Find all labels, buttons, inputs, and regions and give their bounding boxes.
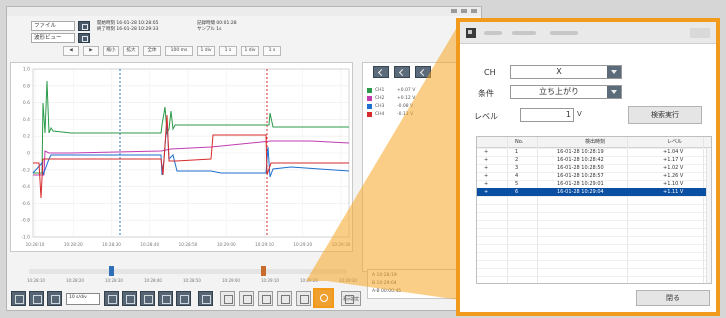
- table-cell-time: 16-01-28 10:29:01: [557, 181, 604, 187]
- table-cell-level: +1.11 V: [663, 189, 684, 195]
- table-cell-time: 16-01-28 10:28:57: [557, 173, 604, 179]
- table-cell-mark: +: [484, 149, 489, 155]
- dialog-title-blur: [512, 31, 536, 35]
- chevron-down-icon[interactable]: [607, 66, 621, 78]
- table-row-divider: [477, 268, 711, 269]
- table-row-divider: [477, 236, 711, 237]
- table-row-divider: [477, 252, 711, 253]
- table-row-divider: [477, 276, 711, 277]
- table-row-divider: [477, 196, 711, 197]
- col-no-header: No.: [515, 139, 524, 145]
- col-time-header: 検出時刻: [585, 139, 606, 145]
- table-cell-time: 16-01-28 10:29:04: [557, 189, 604, 195]
- table-cell-time: 16-01-28 10:28:19: [557, 149, 604, 155]
- results-table: No. 検出時刻 レベル +1 16-01-28 10:28:19 +1.04 V +…: [476, 136, 712, 284]
- table-row-divider: [477, 204, 711, 205]
- table-row[interactable]: +3 16-01-28 10:28:50 +1.02 V: [477, 164, 711, 172]
- table-cell-no: 4: [515, 173, 519, 179]
- level-label: レベル: [474, 112, 498, 121]
- table-cell-mark: +: [484, 165, 489, 171]
- condition-value: 立ち上がり: [539, 87, 579, 96]
- close-button[interactable]: 閉る: [636, 290, 710, 306]
- table-row[interactable]: +1 16-01-28 10:28:19 +1.04 V: [477, 148, 711, 156]
- table-row[interactable]: +4 16-01-28 10:28:57 +1.26 V: [477, 172, 711, 180]
- table-cell-level: +1.04 V: [663, 149, 684, 155]
- dialog-titlebar: [460, 22, 716, 44]
- table-row-divider: [477, 212, 711, 213]
- app-icon: [466, 28, 476, 38]
- level-input[interactable]: 1: [520, 108, 574, 122]
- condition-select[interactable]: 立ち上がり: [510, 85, 622, 99]
- results-scrollbar[interactable]: [706, 148, 711, 283]
- dialog-title-blur: [484, 31, 502, 35]
- search-execute-button[interactable]: 検索実行: [628, 106, 702, 124]
- dialog-close-icon[interactable]: [690, 28, 710, 38]
- level-unit: V: [577, 110, 582, 118]
- results-header: No. 検出時刻 レベル: [477, 137, 711, 148]
- table-cell-mark: +: [484, 157, 489, 163]
- table-cell-no: 6: [515, 189, 519, 195]
- table-row-divider: [477, 228, 711, 229]
- table-cell-no: 5: [515, 181, 519, 187]
- chevron-down-icon[interactable]: [607, 86, 621, 98]
- ch-value: X: [556, 67, 562, 76]
- table-cell-level: +1.10 V: [663, 181, 684, 187]
- condition-label: 条件: [478, 89, 494, 98]
- table-row-divider: [477, 260, 711, 261]
- table-cell-level: +1.17 V: [663, 157, 684, 163]
- table-row[interactable]: +5 16-01-28 10:29:01 +1.10 V: [477, 180, 711, 188]
- table-cell-level: +1.26 V: [663, 173, 684, 179]
- table-cell-level: +1.02 V: [663, 165, 684, 171]
- table-cell-time: 16-01-28 10:28:42: [557, 157, 604, 163]
- table-row[interactable]: +6 16-01-28 10:29:04 +1.11 V: [477, 188, 711, 196]
- table-cell-no: 2: [515, 157, 519, 163]
- ch-label: CH: [484, 68, 496, 77]
- col-level-header: レベル: [667, 139, 683, 145]
- table-cell-mark: +: [484, 181, 489, 187]
- table-cell-mark: +: [484, 189, 489, 195]
- dialog-title-blur: [550, 31, 578, 35]
- table-cell-mark: +: [484, 173, 489, 179]
- table-row-divider: [477, 244, 711, 245]
- table-cell-no: 1: [515, 149, 519, 155]
- table-cell-time: 16-01-28 10:28:50: [557, 165, 604, 171]
- table-cell-no: 3: [515, 165, 519, 171]
- table-row[interactable]: +2 16-01-28 10:28:42 +1.17 V: [477, 156, 711, 164]
- table-row-divider: [477, 220, 711, 221]
- ch-select[interactable]: X: [510, 65, 622, 79]
